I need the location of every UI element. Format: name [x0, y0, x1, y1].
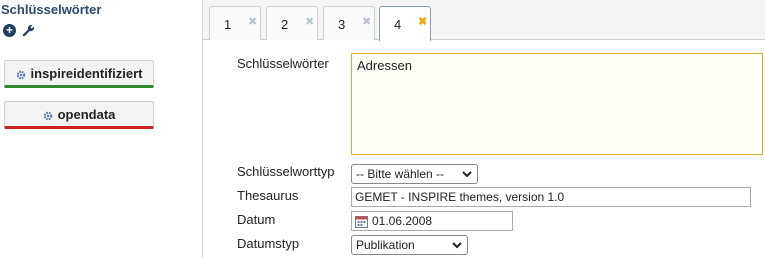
tab-label: 3 — [338, 17, 346, 32]
close-icon[interactable]: ✖ — [418, 15, 427, 28]
gear-icon — [16, 68, 26, 80]
date-type-select[interactable]: Publikation — [351, 235, 468, 255]
tab-1[interactable]: 1 ✖ — [209, 6, 261, 40]
tab-2[interactable]: 2 ✖ — [266, 6, 318, 40]
gear-icon — [43, 109, 53, 121]
keywords-textarea[interactable]: Adressen — [351, 53, 763, 155]
tab-3[interactable]: 3 ✖ — [323, 6, 375, 40]
calendar-icon[interactable] — [355, 215, 368, 228]
close-icon[interactable]: ✖ — [305, 15, 314, 28]
sidebar-title: Schlüsselwörter — [1, 2, 102, 17]
chevron-down-icon — [461, 168, 473, 180]
keyword-tag-label: opendata — [57, 106, 116, 122]
plus-circle-icon[interactable]: + — [3, 23, 16, 37]
date-label: Datum — [237, 212, 276, 227]
thesaurus-field[interactable]: GEMET - INSPIRE themes, version 1.0 — [351, 187, 751, 207]
wrench-icon[interactable] — [21, 23, 35, 37]
date-type-label: Datumstyp — [237, 236, 300, 251]
date-field[interactable]: 01.06.2008 — [351, 211, 513, 231]
tab-label: 1 — [224, 17, 232, 32]
keyword-type-label: Schlüsselworttyp — [237, 164, 335, 179]
tab-bar: 1 ✖ 2 ✖ 3 ✖ 4 ✖ — [203, 0, 765, 41]
keywords-label: Schlüsselwörter — [237, 56, 329, 71]
keyword-tag-button[interactable]: inspireidentifiziert — [4, 60, 154, 88]
close-icon[interactable]: ✖ — [362, 15, 371, 28]
chevron-down-icon — [451, 239, 463, 251]
tab-4[interactable]: 4 ✖ — [379, 6, 431, 41]
date-value: 01.06.2008 — [372, 214, 433, 228]
tab-label: 2 — [281, 17, 289, 32]
sidebar-toolbar: + — [3, 23, 35, 37]
keyword-type-value: -- Bitte wählen -- — [356, 167, 445, 181]
keyword-editor-panel: 1 ✖ 2 ✖ 3 ✖ 4 ✖ Schlüsselwörter Adressen… — [202, 0, 765, 258]
close-icon[interactable]: ✖ — [248, 15, 257, 28]
date-type-value: Publikation — [356, 238, 415, 252]
keyword-tag-label: inspireidentifiziert — [30, 65, 143, 81]
tab-label: 4 — [394, 17, 402, 32]
thesaurus-label: Thesaurus — [237, 188, 299, 203]
keywords-sidebar: Schlüsselwörter + inspireidentifiziert o… — [0, 0, 200, 258]
keyword-type-select[interactable]: -- Bitte wählen -- — [351, 164, 478, 184]
keyword-tag-button[interactable]: opendata — [4, 101, 154, 129]
